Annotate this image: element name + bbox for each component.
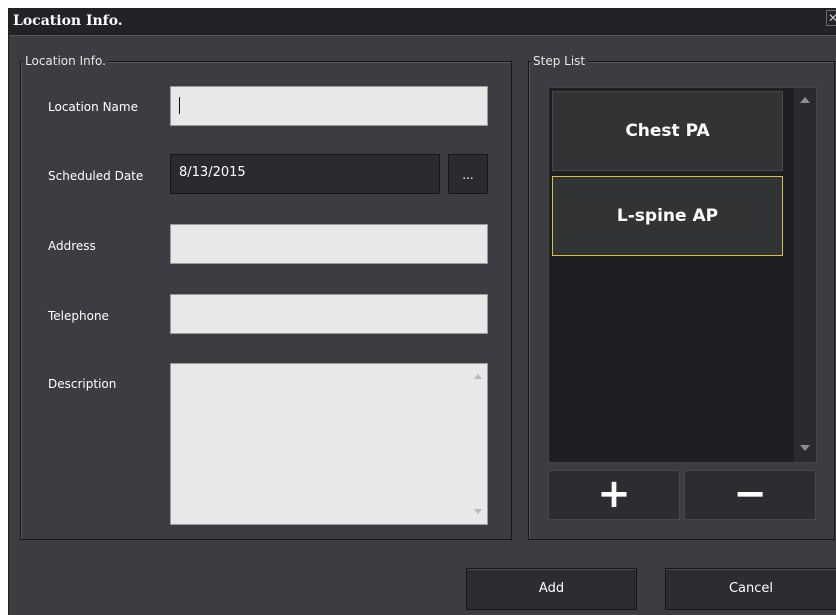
remove-step-button[interactable]: − bbox=[684, 470, 816, 520]
description-textarea[interactable] bbox=[170, 363, 488, 525]
minus-icon: − bbox=[733, 471, 767, 517]
description-scrollbar[interactable] bbox=[469, 364, 487, 524]
close-icon: ✕ bbox=[827, 11, 836, 25]
step-item[interactable]: Chest PA bbox=[552, 91, 783, 171]
scheduled-date-field[interactable]: 8/13/2015 bbox=[170, 154, 440, 194]
location-info-group: Location Info. Location Name Scheduled D… bbox=[20, 53, 512, 540]
scheduled-date-label: Scheduled Date bbox=[48, 169, 144, 183]
close-button[interactable]: ✕ bbox=[826, 10, 836, 26]
telephone-label: Telephone bbox=[48, 309, 109, 323]
step-list-legend: Step List bbox=[531, 53, 588, 69]
location-name-label: Location Name bbox=[48, 100, 138, 114]
step-list-group: Step List Chest PA L-spine AP + − bbox=[528, 53, 835, 540]
location-info-legend: Location Info. bbox=[23, 53, 108, 69]
cancel-button[interactable]: Cancel bbox=[665, 568, 836, 610]
text-caret bbox=[179, 97, 180, 114]
window-title: Location Info. bbox=[13, 13, 123, 29]
step-list[interactable]: Chest PA L-spine AP bbox=[548, 87, 817, 463]
telephone-input[interactable] bbox=[170, 294, 488, 334]
step-item-selected[interactable]: L-spine AP bbox=[552, 176, 783, 256]
step-item-label: L-spine AP bbox=[616, 206, 719, 226]
step-item-label: Chest PA bbox=[625, 121, 710, 141]
location-name-input[interactable] bbox=[170, 86, 488, 126]
plus-icon: + bbox=[597, 471, 631, 517]
address-input[interactable] bbox=[170, 224, 488, 264]
triangle-down-icon[interactable] bbox=[800, 445, 810, 451]
triangle-down-icon[interactable] bbox=[474, 509, 482, 514]
step-list-scrollbar[interactable] bbox=[794, 88, 816, 462]
add-step-button[interactable]: + bbox=[548, 470, 680, 520]
date-picker-button[interactable]: ... bbox=[448, 154, 488, 194]
description-label: Description bbox=[48, 377, 117, 391]
triangle-up-icon[interactable] bbox=[800, 97, 810, 103]
triangle-up-icon[interactable] bbox=[474, 374, 482, 379]
add-button[interactable]: Add bbox=[466, 568, 637, 610]
title-bar: Location Info. ✕ bbox=[9, 9, 836, 36]
location-info-dialog: Location Info. ✕ Location Info. Location… bbox=[8, 8, 836, 615]
address-label: Address bbox=[48, 239, 96, 253]
